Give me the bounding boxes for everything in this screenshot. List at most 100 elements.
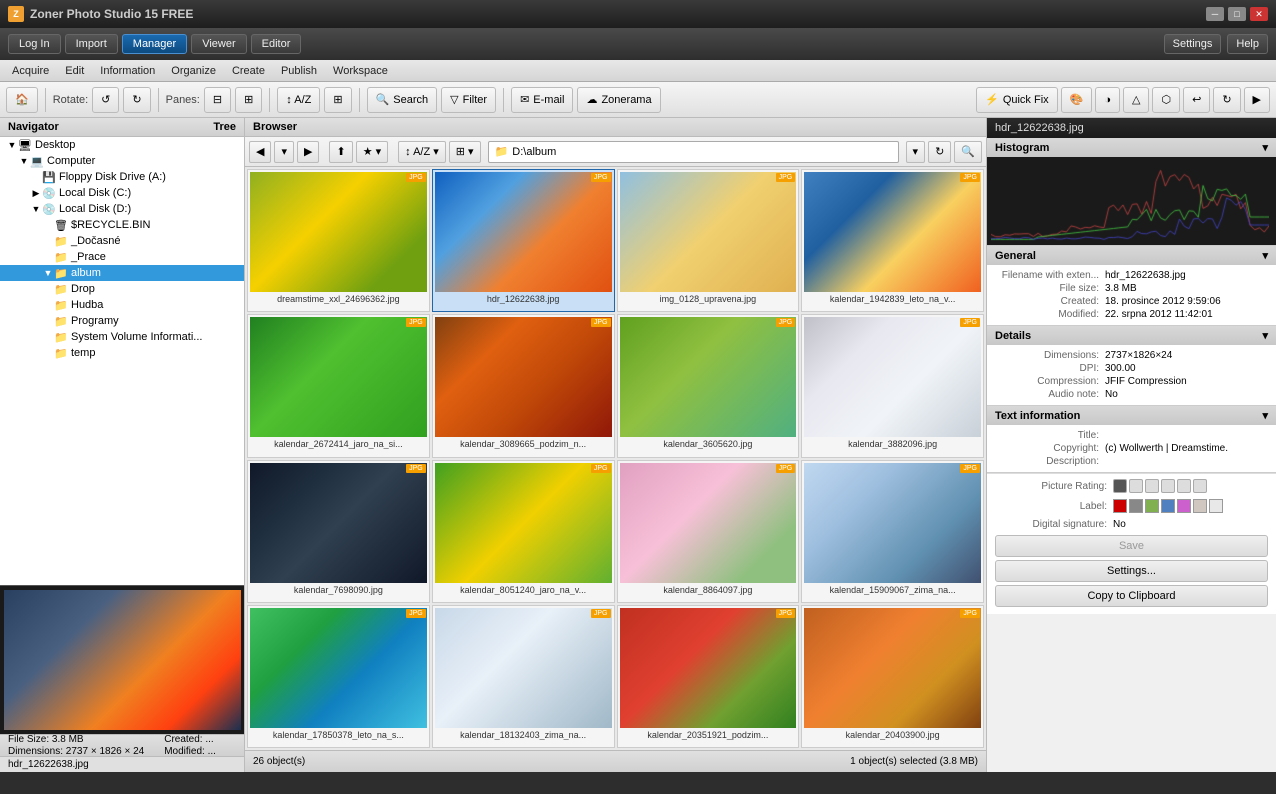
rating-stars[interactable]	[1113, 479, 1207, 493]
settings-button[interactable]: Settings	[1164, 34, 1222, 54]
refresh-path-button[interactable]: ↻	[928, 141, 951, 163]
thumbnail-item-5[interactable]: JPGkalendar_3089665_podzim_n...	[432, 314, 615, 457]
more-button[interactable]: ▶	[1244, 87, 1270, 113]
sort-button[interactable]: ↕ A/Z	[277, 87, 320, 113]
rating-star-1[interactable]	[1129, 479, 1143, 493]
rotate-left-button[interactable]: ↺	[92, 87, 119, 113]
menu-publish[interactable]: Publish	[273, 63, 325, 79]
tree-item-floppy[interactable]: 💾 Floppy Disk Drive (A:)	[0, 169, 244, 185]
sort-az-button[interactable]: ↕ A/Z ▾	[398, 141, 446, 163]
menu-workspace[interactable]: Workspace	[325, 63, 396, 79]
tree-item-computer[interactable]: ▼ 💻 Computer	[0, 153, 244, 169]
maximize-button[interactable]: □	[1228, 7, 1246, 21]
rotate-right-button[interactable]: ↻	[123, 87, 150, 113]
rating-star-3[interactable]	[1161, 479, 1175, 493]
thumbnail-item-0[interactable]: JPGdreamstime_xxl_24696362.jpg	[247, 169, 430, 312]
color-box-red[interactable]	[1113, 499, 1127, 513]
zonerama-button[interactable]: ☁ Zonerama	[577, 87, 660, 113]
expand-docasne[interactable]	[42, 235, 54, 247]
settings-btn[interactable]: Settings...	[995, 560, 1268, 582]
save-button[interactable]: Save	[995, 535, 1268, 557]
refresh-button[interactable]: ↻	[1213, 87, 1240, 113]
histogram-header[interactable]: Histogram ▾	[987, 138, 1276, 157]
path-dropdown-button[interactable]: ▾	[906, 141, 926, 163]
thumbnail-item-4[interactable]: JPGkalendar_2672414_jaro_na_si...	[247, 314, 430, 457]
help-button[interactable]: Help	[1227, 34, 1268, 54]
export-button[interactable]: ⬡	[1152, 87, 1180, 113]
expand-recycle[interactable]	[42, 219, 54, 231]
tree-item-temp[interactable]: 📁 temp	[0, 345, 244, 361]
color-boxes[interactable]	[1113, 499, 1223, 513]
text-info-header[interactable]: Text information ▾	[987, 406, 1276, 425]
color-box-light[interactable]	[1193, 499, 1207, 513]
color-box-blue[interactable]	[1161, 499, 1175, 513]
thumbnail-item-11[interactable]: JPGkalendar_15909067_zima_na...	[801, 460, 984, 603]
forward-button[interactable]: ▶	[297, 141, 319, 163]
rotate2-button[interactable]: ↩	[1183, 87, 1210, 113]
expand-floppy[interactable]	[30, 171, 42, 183]
thumbnail-item-1[interactable]: JPGhdr_12622638.jpg	[432, 169, 615, 312]
tree-item-docasne[interactable]: 📁 _Dočasné	[0, 233, 244, 249]
back-button[interactable]: ◀	[249, 141, 271, 163]
tree-item-sysvol[interactable]: 📁 System Volume Informati...	[0, 329, 244, 345]
color-box-gray[interactable]	[1129, 499, 1143, 513]
menu-acquire[interactable]: Acquire	[4, 63, 57, 79]
tree-view-label[interactable]: Tree	[213, 121, 236, 133]
thumbnail-item-8[interactable]: JPGkalendar_7698090.jpg	[247, 460, 430, 603]
view-mode-button[interactable]: ⊞	[324, 87, 351, 113]
expand-desktop[interactable]: ▼	[6, 139, 18, 151]
expand-computer[interactable]: ▼	[18, 155, 30, 167]
expand-local-c[interactable]: ▶	[30, 187, 42, 199]
close-button[interactable]: ✕	[1250, 7, 1268, 21]
color-box-white[interactable]	[1209, 499, 1223, 513]
toolbar-browse-button[interactable]: 🏠	[6, 87, 38, 113]
general-header[interactable]: General ▾	[987, 246, 1276, 265]
thumbnail-item-3[interactable]: JPGkalendar_1942839_leto_na_v...	[801, 169, 984, 312]
minimize-button[interactable]: ─	[1206, 7, 1224, 21]
tree-item-programy[interactable]: 📁 Programy	[0, 313, 244, 329]
menu-edit[interactable]: Edit	[57, 63, 92, 79]
browser-search-button[interactable]: 🔍	[954, 141, 982, 163]
color-adjust-button[interactable]: 🎨	[1061, 87, 1093, 113]
color-box-purple[interactable]	[1177, 499, 1191, 513]
thumbnail-item-15[interactable]: JPGkalendar_20403900.jpg	[801, 605, 984, 748]
quickfix-button[interactable]: ⚡ Quick Fix	[976, 87, 1058, 113]
up-button[interactable]: ⬆	[329, 141, 352, 163]
thumbnail-item-7[interactable]: JPGkalendar_3882096.jpg	[801, 314, 984, 457]
thumbnail-item-10[interactable]: JPGkalendar_8864097.jpg	[617, 460, 800, 603]
thumbnail-item-13[interactable]: JPGkalendar_18132403_zima_na...	[432, 605, 615, 748]
expand-local-d[interactable]: ▼	[30, 203, 42, 215]
expand-sysvol[interactable]	[42, 331, 54, 343]
search-button[interactable]: 🔍 Search	[367, 87, 438, 113]
expand-drop[interactable]	[42, 283, 54, 295]
filter-button[interactable]: ▽ Filter	[441, 87, 496, 113]
tree-item-hudba[interactable]: 📁 Hudba	[0, 297, 244, 313]
thumbnail-grid[interactable]: JPGdreamstime_xxl_24696362.jpgJPGhdr_126…	[245, 167, 986, 750]
import-button[interactable]: Import	[65, 34, 118, 54]
tree-item-desktop[interactable]: ▼ 🖥 Desktop	[0, 137, 244, 153]
color-box-green[interactable]	[1145, 499, 1159, 513]
rating-star-0[interactable]	[1113, 479, 1127, 493]
panes-view-button[interactable]: ⊞	[235, 87, 262, 113]
tree-item-recycle[interactable]: 🗑 $RECYCLE.BIN	[0, 217, 244, 233]
rating-star-5[interactable]	[1193, 479, 1207, 493]
file-tree[interactable]: ▼ 🖥 Desktop ▼ 💻 Computer 💾 Floppy Disk D…	[0, 137, 244, 585]
thumbnail-item-14[interactable]: JPGkalendar_20351921_podzim...	[617, 605, 800, 748]
tree-item-local-d[interactable]: ▼ 💿 Local Disk (D:)	[0, 201, 244, 217]
tree-item-album[interactable]: ▼ 📁 album	[0, 265, 244, 281]
thumbnail-item-2[interactable]: JPGimg_0128_upravena.jpg	[617, 169, 800, 312]
rating-star-2[interactable]	[1145, 479, 1159, 493]
panes-nav-button[interactable]: ⊟	[204, 87, 231, 113]
thumbnail-item-9[interactable]: JPGkalendar_8051240_jaro_na_v...	[432, 460, 615, 603]
dropdown-button[interactable]: ▾	[274, 141, 294, 163]
editor-button[interactable]: Editor	[251, 34, 302, 54]
expand-hudba[interactable]	[42, 299, 54, 311]
viewer-button[interactable]: Viewer	[191, 34, 246, 54]
menu-organize[interactable]: Organize	[163, 63, 224, 79]
expand-temp[interactable]	[42, 347, 54, 359]
thumbnail-item-12[interactable]: JPGkalendar_17850378_leto_na_s...	[247, 605, 430, 748]
tree-item-local-c[interactable]: ▶ 💿 Local Disk (C:)	[0, 185, 244, 201]
manager-button[interactable]: Manager	[122, 34, 187, 54]
copy-clipboard-button[interactable]: Copy to Clipboard	[995, 585, 1268, 607]
menu-create[interactable]: Create	[224, 63, 273, 79]
